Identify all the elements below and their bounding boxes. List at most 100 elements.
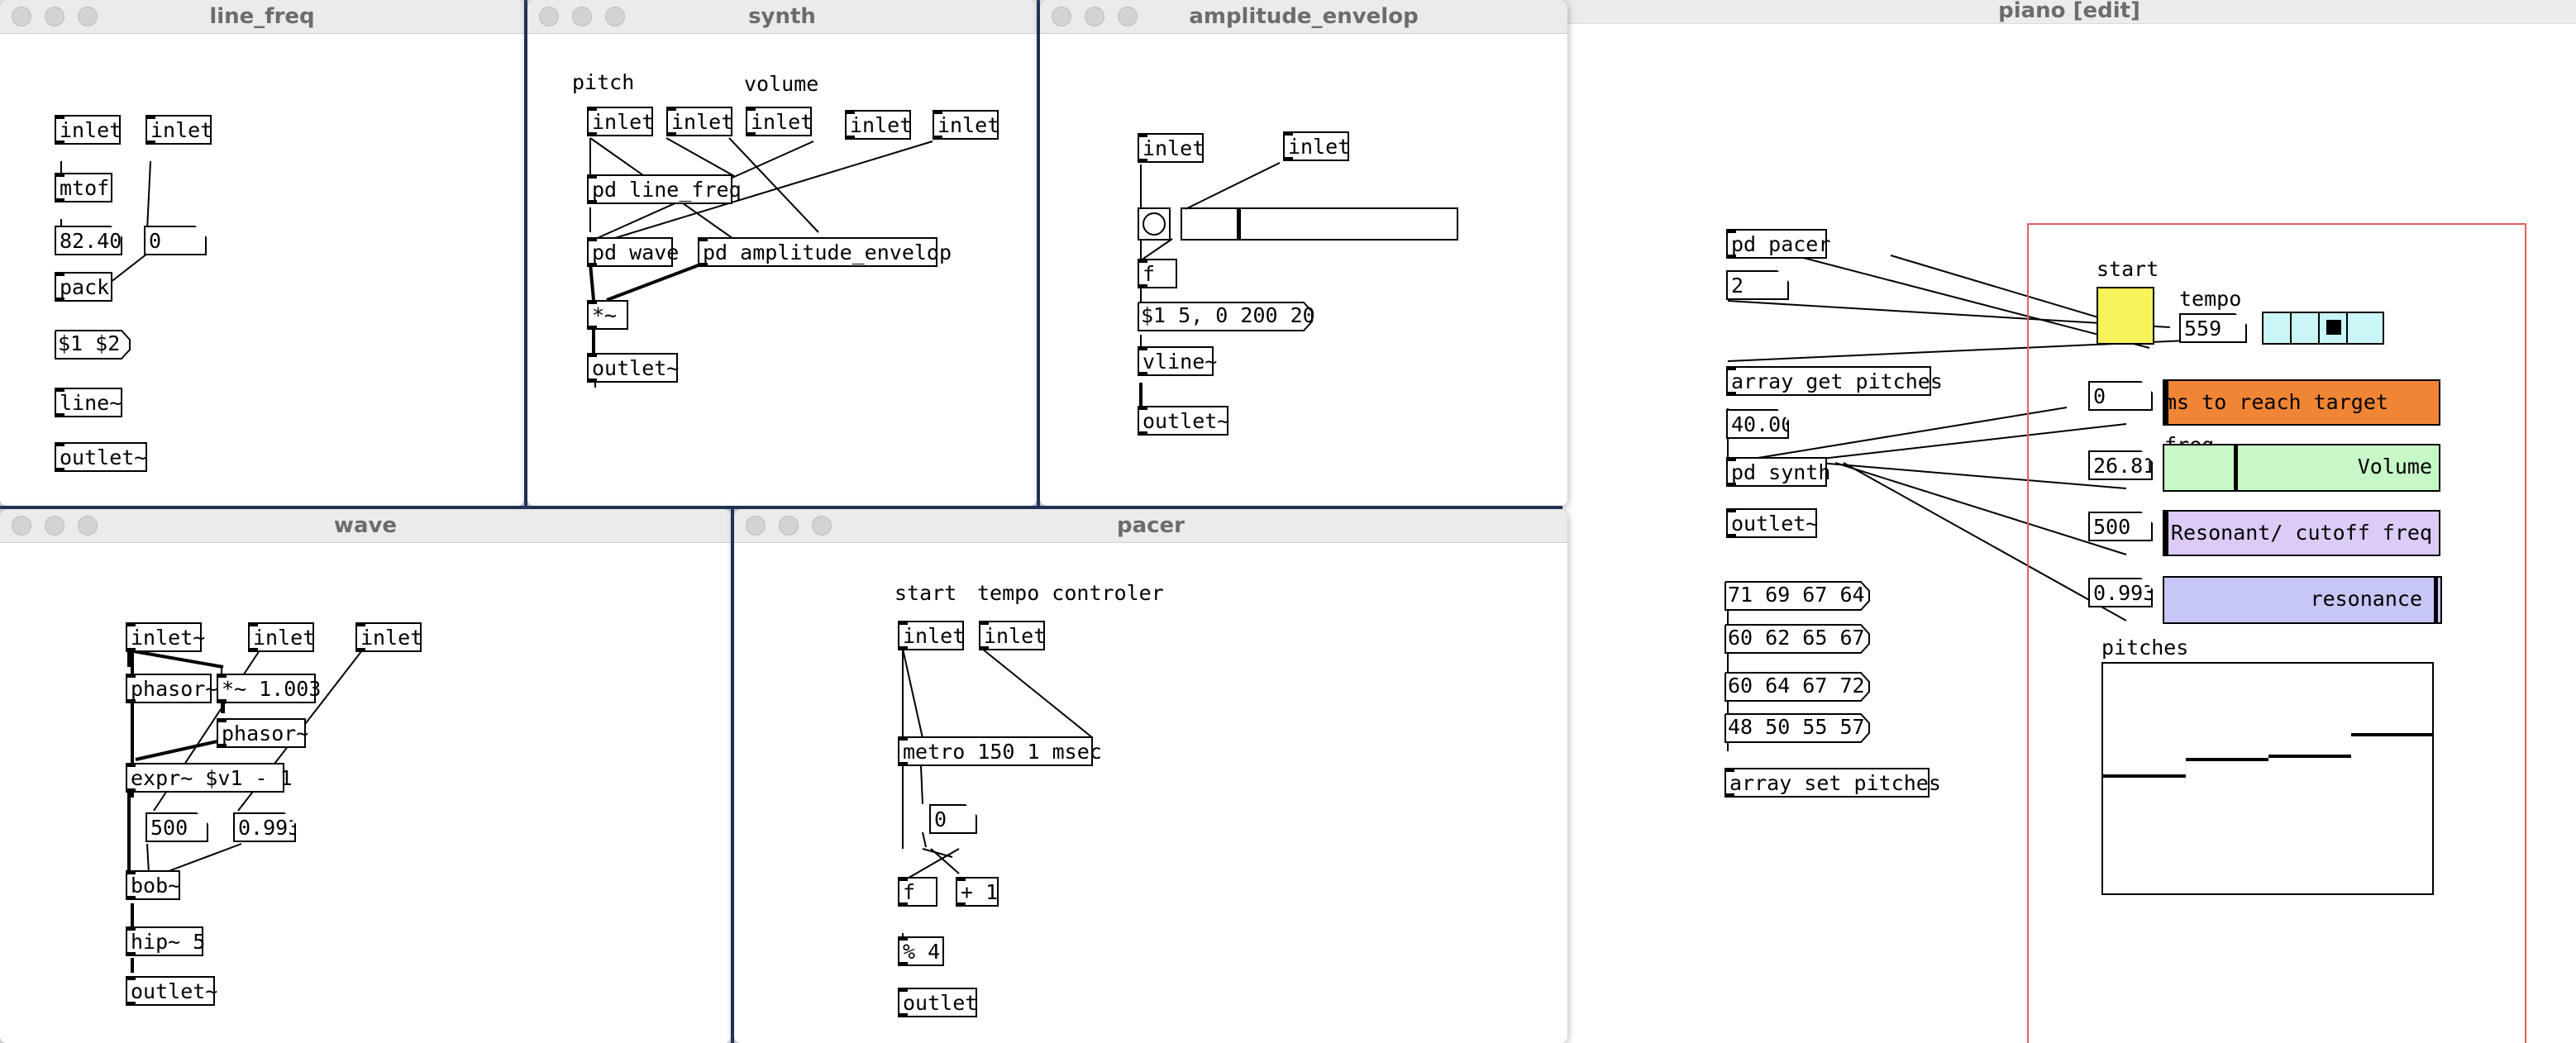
modulo-object[interactable]: % 4 bbox=[898, 936, 944, 966]
radio-cell[interactable] bbox=[2348, 313, 2376, 343]
zoom-icon[interactable] bbox=[812, 516, 832, 536]
pack-object[interactable]: pack bbox=[55, 272, 112, 302]
slider-knob[interactable] bbox=[1237, 209, 1241, 239]
outlet-object[interactable]: outlet bbox=[898, 988, 977, 1017]
minimize-icon[interactable] bbox=[572, 7, 592, 26]
number-box[interactable]: 0.993 bbox=[2088, 578, 2153, 607]
pitch-message[interactable]: 60 64 67 72 bbox=[1724, 672, 1870, 702]
line-object[interactable]: line~ bbox=[55, 388, 122, 417]
patch-canvas[interactable]: inlet~ inlet inlet phasor~ *~ 1.003 phas… bbox=[0, 543, 731, 1043]
radio-cell[interactable] bbox=[2292, 313, 2320, 343]
pd-amplitude-envelop-object[interactable]: pd amplitude_envelop bbox=[698, 237, 952, 267]
float-object[interactable]: f bbox=[898, 877, 937, 907]
inlet-object[interactable]: inlet bbox=[933, 110, 999, 140]
number-box[interactable]: 82.40 bbox=[55, 226, 122, 255]
zoom-icon[interactable] bbox=[78, 516, 98, 536]
radio-cell-selected[interactable] bbox=[2320, 313, 2348, 343]
bob-filter-object[interactable]: bob~ bbox=[126, 870, 180, 900]
inlet-object[interactable]: inlet bbox=[248, 622, 315, 652]
phasor-object[interactable]: phasor~ bbox=[126, 674, 217, 703]
inlet-object[interactable]: inlet bbox=[845, 110, 912, 140]
zoom-icon[interactable] bbox=[1118, 7, 1138, 26]
inlet-tilde-object[interactable]: inlet~ bbox=[126, 622, 205, 652]
number-box[interactable]: 0.993 bbox=[233, 812, 296, 842]
inlet-object[interactable]: inlet bbox=[355, 622, 422, 652]
resonance-slider[interactable]: resonance bbox=[2163, 576, 2442, 624]
cutoff-slider[interactable]: Resonant/ cutoff freq bbox=[2163, 510, 2440, 556]
number-box[interactable]: 500 bbox=[2088, 512, 2153, 541]
inlet-object[interactable]: inlet bbox=[1138, 133, 1205, 163]
bang-button[interactable] bbox=[1138, 207, 1171, 241]
close-icon[interactable] bbox=[12, 7, 31, 26]
close-icon[interactable] bbox=[12, 516, 31, 536]
number-box[interactable]: 0 bbox=[929, 804, 977, 834]
pd-synth-object[interactable]: pd synth bbox=[1726, 457, 1830, 487]
metro-object[interactable]: metro 150 1 msec bbox=[898, 736, 1102, 766]
zoom-icon[interactable] bbox=[605, 7, 625, 26]
slider-knob[interactable] bbox=[2434, 578, 2438, 622]
number-box[interactable]: 0 bbox=[144, 226, 207, 255]
phasor-object[interactable]: phasor~ bbox=[217, 718, 308, 748]
minimize-icon[interactable] bbox=[45, 7, 64, 26]
expr-object[interactable]: expr~ $v1 - 1 bbox=[126, 763, 293, 793]
radio-cell[interactable] bbox=[2264, 313, 2292, 343]
patch-canvas[interactable]: inlet inlet mtof 82.40 0 pack $1 $2 line… bbox=[0, 34, 524, 506]
inlet-object[interactable]: inlet bbox=[666, 107, 733, 136]
plus-one-object[interactable]: + 1 bbox=[956, 877, 999, 907]
inlet-object[interactable]: inlet bbox=[898, 621, 965, 650]
outlet-object[interactable]: outlet~ bbox=[1726, 508, 1818, 538]
window-pacer: pacer start tempo controler inlet inlet … bbox=[734, 509, 1567, 1043]
outlet-object[interactable]: outlet~ bbox=[1138, 406, 1229, 436]
patch-canvas[interactable]: pd pacer 2 array get pitches 40.00 pd sy… bbox=[1562, 24, 2576, 1043]
number-box[interactable]: 40.00 bbox=[1726, 409, 1789, 439]
array-get-object[interactable]: array get pitches bbox=[1726, 366, 1943, 396]
patch-canvas[interactable]: start tempo controler inlet inlet metro … bbox=[734, 543, 1567, 1043]
start-toggle[interactable] bbox=[2097, 287, 2154, 345]
pd-wave-object[interactable]: pd wave bbox=[587, 237, 679, 267]
horizontal-slider[interactable] bbox=[1181, 207, 1458, 241]
number-box[interactable]: 2 bbox=[1726, 270, 1789, 300]
multiply-object[interactable]: *~ bbox=[587, 300, 628, 330]
tempo-number-box[interactable]: 559 bbox=[2179, 313, 2247, 343]
glide-slider[interactable]: ms to reach target freq bbox=[2163, 379, 2440, 457]
pitch-message[interactable]: 71 69 67 64 bbox=[1724, 581, 1870, 611]
pitch-message[interactable]: 60 62 65 67 bbox=[1724, 624, 1870, 654]
pitches-array-graph[interactable] bbox=[2101, 662, 2434, 895]
inlet-object[interactable]: inlet bbox=[55, 115, 122, 145]
inlet-object[interactable]: inlet bbox=[145, 115, 212, 145]
pd-pacer-object[interactable]: pd pacer bbox=[1726, 229, 1830, 259]
close-icon[interactable] bbox=[1052, 7, 1071, 26]
float-object[interactable]: f bbox=[1138, 259, 1177, 288]
inlet-object[interactable]: inlet bbox=[746, 107, 813, 136]
pd-line-freq-object[interactable]: pd line_freq bbox=[587, 174, 742, 204]
hip-object[interactable]: hip~ 5 bbox=[126, 926, 205, 956]
outlet-object[interactable]: outlet~ bbox=[126, 976, 217, 1006]
outlet-object[interactable]: outlet~ bbox=[587, 353, 679, 383]
pattern-radio[interactable] bbox=[2262, 312, 2384, 345]
slider-knob[interactable] bbox=[2234, 445, 2238, 490]
array-set-object[interactable]: array set pitches bbox=[1724, 768, 1941, 798]
number-box[interactable]: 26.81 bbox=[2088, 450, 2153, 480]
envelope-message[interactable]: $1 5, 0 200 20 bbox=[1138, 302, 1315, 331]
outlet-object[interactable]: outlet~ bbox=[55, 442, 147, 472]
number-box[interactable]: 0 bbox=[2088, 381, 2153, 411]
number-box[interactable]: 500 bbox=[145, 812, 208, 842]
vline-object[interactable]: vline~ bbox=[1138, 346, 1217, 376]
minimize-icon[interactable] bbox=[779, 516, 799, 536]
multiply-object[interactable]: *~ 1.003 bbox=[217, 674, 321, 703]
inlet-object[interactable]: inlet bbox=[1283, 131, 1350, 161]
inlet-object[interactable]: inlet bbox=[979, 621, 1046, 650]
zoom-icon[interactable] bbox=[78, 7, 98, 26]
close-icon[interactable] bbox=[746, 516, 766, 536]
close-icon[interactable] bbox=[539, 7, 559, 26]
mtof-object[interactable]: mtof bbox=[55, 173, 112, 202]
pitch-message[interactable]: 48 50 55 57 bbox=[1724, 713, 1870, 743]
patch-canvas[interactable]: inlet inlet f $1 5, 0 200 20 vline~ outl… bbox=[1040, 34, 1567, 506]
minimize-icon[interactable] bbox=[1085, 7, 1104, 26]
volume-slider[interactable]: Volume bbox=[2163, 444, 2440, 492]
message-box[interactable]: $1 $2 bbox=[55, 330, 131, 360]
inlet-object[interactable]: inlet bbox=[587, 107, 654, 136]
patch-canvas[interactable]: pitch volume inlet inlet inlet inlet inl… bbox=[527, 34, 1037, 506]
minimize-icon[interactable] bbox=[45, 516, 64, 536]
slider-knob[interactable] bbox=[2164, 512, 2168, 555]
